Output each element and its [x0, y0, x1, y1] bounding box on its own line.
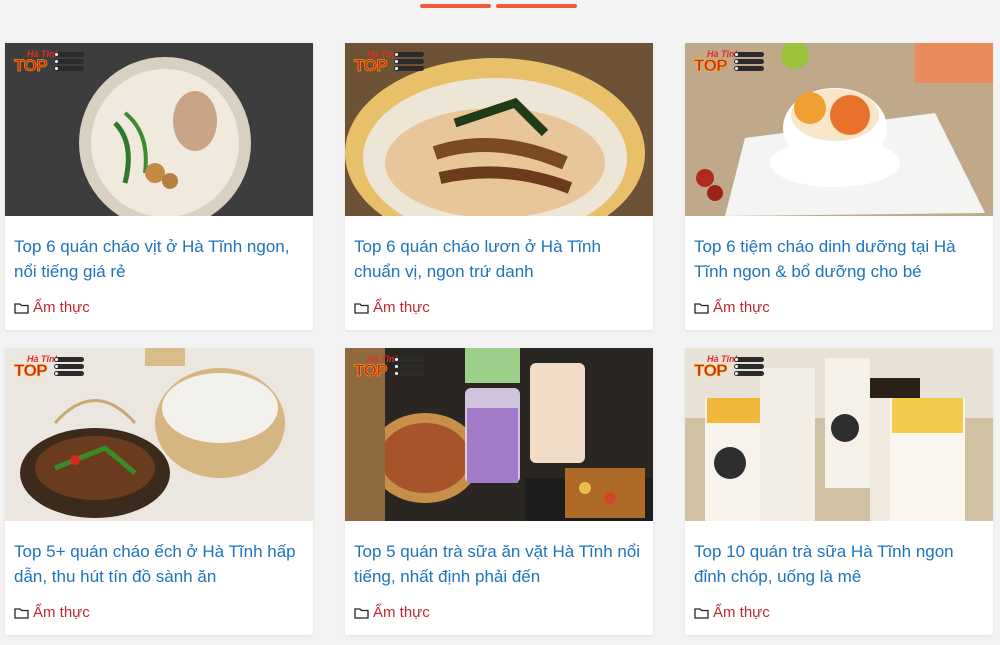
brand-badge: Hà Tĩnh TOP	[692, 49, 770, 75]
category-label[interactable]: Ẩm thực	[713, 604, 770, 621]
article-category[interactable]: Ẩm thực	[14, 299, 90, 316]
category-label[interactable]: Ẩm thực	[33, 604, 90, 621]
brand-badge: Hà Tĩnh TOP	[12, 354, 90, 380]
article-title-link[interactable]: Top 6 quán cháo vịt ở Hà Tĩnh ngon, nổi …	[14, 234, 304, 284]
article-thumbnail[interactable]: Hà Tĩnh TOP	[345, 348, 653, 521]
folder-icon	[694, 302, 709, 314]
article-card: Hà Tĩnh TOP Top 6 quán cháo vịt ở Hà Tĩn…	[5, 43, 313, 330]
article-title-link[interactable]: Top 5 quán trà sữa ăn vặt Hà Tĩnh nổi ti…	[354, 539, 644, 589]
brand-badge: Hà Tĩnh TOP	[12, 49, 90, 75]
article-card: Hà Tĩnh TOP Top 5+ quán cháo ếch ở Hà Tĩ…	[5, 348, 313, 635]
article-card: Hà Tĩnh TOP Top 5 quán trà sữa ăn vặt Hà…	[345, 348, 653, 635]
article-title-link[interactable]: Top 5+ quán cháo ếch ở Hà Tĩnh hấp dẫn, …	[14, 539, 304, 589]
article-thumbnail[interactable]: Hà Tĩnh TOP	[5, 348, 313, 521]
article-card: Hà Tĩnh TOP Top 10 quán trà sữa Hà Tĩnh …	[685, 348, 993, 635]
category-label[interactable]: Ẩm thực	[373, 299, 430, 316]
folder-icon	[14, 607, 29, 619]
article-category[interactable]: Ẩm thực	[354, 299, 430, 316]
category-label[interactable]: Ẩm thực	[713, 299, 770, 316]
folder-icon	[354, 607, 369, 619]
article-thumbnail[interactable]: Hà Tĩnh TOP	[5, 43, 313, 216]
category-label[interactable]: Ẩm thực	[33, 299, 90, 316]
article-card: Hà Tĩnh TOP Top 6 quán cháo lươn ở Hà Tĩ…	[345, 43, 653, 330]
brand-badge: Hà Tĩnh TOP	[692, 354, 770, 380]
article-thumbnail[interactable]: Hà Tĩnh TOP	[685, 43, 993, 216]
folder-icon	[694, 607, 709, 619]
folder-icon	[354, 302, 369, 314]
article-thumbnail[interactable]: Hà Tĩnh TOP	[685, 348, 993, 521]
article-category[interactable]: Ẩm thực	[354, 604, 430, 621]
article-title-link[interactable]: Top 6 tiệm cháo dinh dưỡng tại Hà Tĩnh n…	[694, 234, 984, 284]
article-category[interactable]: Ẩm thực	[694, 604, 770, 621]
article-category[interactable]: Ẩm thực	[14, 604, 90, 621]
brand-badge: Hà Tĩnh TOP	[352, 354, 430, 380]
article-title-link[interactable]: Top 6 quán cháo lươn ở Hà Tĩnh chuẩn vị,…	[354, 234, 644, 284]
brand-badge: Hà Tĩnh TOP	[352, 49, 430, 75]
article-card: Hà Tĩnh TOP Top 6 tiệm cháo dinh dưỡng t…	[685, 43, 993, 330]
article-thumbnail[interactable]: Hà Tĩnh TOP	[345, 43, 653, 216]
article-grid: Hà Tĩnh TOP Top 6 quán cháo vịt ở Hà Tĩn…	[5, 43, 993, 635]
article-title-link[interactable]: Top 10 quán trà sữa Hà Tĩnh ngon đỉnh ch…	[694, 539, 984, 589]
folder-icon	[14, 302, 29, 314]
article-category[interactable]: Ẩm thực	[694, 299, 770, 316]
category-label[interactable]: Ẩm thực	[373, 604, 430, 621]
